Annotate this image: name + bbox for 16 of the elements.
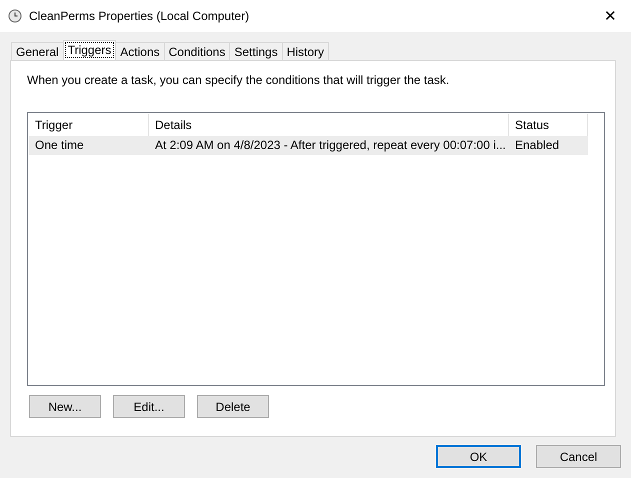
action-button[interactable]: New... [29,395,101,418]
action-button[interactable]: Edit... [113,395,185,418]
dialog-button[interactable]: OK [436,445,521,468]
table-cell[interactable]: Enabled [509,136,588,155]
table-cell[interactable]: One time [29,136,149,155]
dialog-button[interactable]: Cancel [536,445,621,468]
tab[interactable]: Triggers [62,40,116,60]
tab[interactable]: Settings [229,42,283,60]
close-button[interactable]: ✕ [598,7,623,25]
table-cell[interactable]: At 2:09 AM on 4/8/2023 - After triggered, repeat every 00:07:00 i... [149,136,509,155]
action-button[interactable]: Delete [197,395,269,418]
description-text: When you create a task, you can specify the conditions that will trigger the task. [27,73,450,87]
clock-icon [8,9,22,23]
tab[interactable]: History [282,42,330,60]
window-title: CleanPerms Properties (Local Computer) [29,9,250,23]
tab[interactable]: General [11,42,64,60]
